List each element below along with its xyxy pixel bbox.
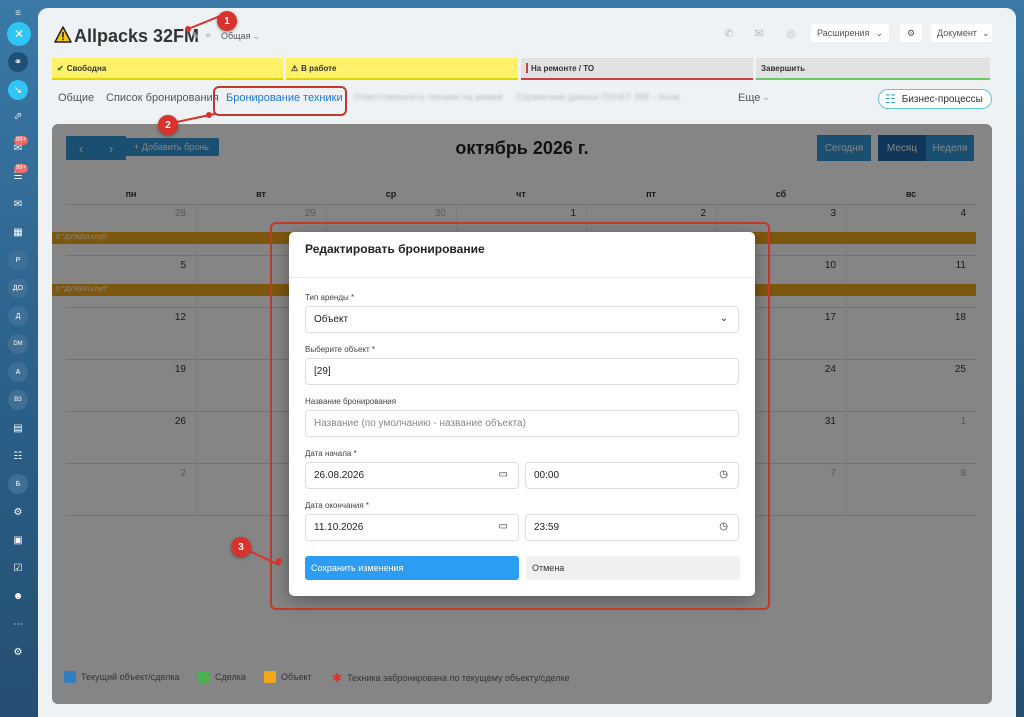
asterisk-icon: ✱ bbox=[332, 671, 343, 685]
stage-finish[interactable]: Завершить bbox=[756, 58, 990, 80]
tab-bar: Общие Список бронирования Бронирование т… bbox=[58, 92, 988, 108]
legend-swatch bbox=[198, 671, 210, 683]
sidebar-item-a[interactable]: А bbox=[8, 362, 28, 382]
mail-icon[interactable]: ✉ bbox=[750, 24, 768, 42]
stage-marker-icon bbox=[526, 63, 528, 73]
stage-label: В работе bbox=[301, 63, 337, 73]
category-label: Общая bbox=[221, 31, 251, 41]
warning-small-icon: ⚠ bbox=[291, 63, 299, 73]
callout-box-tab bbox=[213, 86, 347, 116]
tab-reference-data[interactable]: Справочник данных ПУНКТ. RM – Конв. bbox=[516, 92, 682, 102]
category-selector[interactable]: Общая ⌄ bbox=[221, 31, 260, 42]
box-icon[interactable]: ▣ bbox=[8, 530, 28, 550]
settings-button[interactable]: ⚙ bbox=[900, 24, 922, 42]
tab-equipment-responsibility[interactable]: Ответственность техники на заявке bbox=[354, 92, 503, 102]
sidebar-item-r[interactable]: Р bbox=[8, 250, 28, 270]
legend-current: Текущий объект/сделка bbox=[64, 671, 180, 683]
stage-label: Завершить bbox=[761, 63, 806, 73]
more-label: Еще bbox=[738, 92, 761, 104]
calendar-icon[interactable]: ▦ bbox=[8, 222, 28, 242]
legend-swatch bbox=[264, 671, 276, 683]
tab-general[interactable]: Общие bbox=[58, 92, 94, 104]
menu-icon[interactable]: ≡ bbox=[11, 8, 25, 19]
more-icon[interactable]: ⋯ bbox=[8, 614, 28, 634]
catalog-icon[interactable]: ▤ bbox=[8, 418, 28, 438]
stage-free[interactable]: ✔ Свободна bbox=[52, 58, 283, 80]
left-sidebar: ≡ ✕ ⚭ ↘ ⬀ ✉ 99+ ☰ 99+ ✉ ▦ Р ДО Д DM А ВЗ… bbox=[0, 0, 38, 717]
link-icon[interactable]: ⚭ bbox=[8, 52, 28, 72]
stage-label: Свободна bbox=[66, 63, 107, 73]
sidebar-item-vz[interactable]: ВЗ bbox=[8, 390, 28, 410]
tab-more[interactable]: Еще ⌄ bbox=[738, 92, 770, 104]
tasks-icon[interactable]: ☑ bbox=[8, 558, 28, 578]
legend-label: Объект bbox=[281, 672, 312, 682]
callout-marker-3: 3 bbox=[231, 537, 251, 557]
callout-dot bbox=[206, 112, 212, 118]
extensions-button[interactable]: Расширения ⌄ bbox=[811, 24, 889, 42]
legend-object: Объект bbox=[264, 671, 312, 683]
sidebar-item-d[interactable]: Д bbox=[8, 306, 28, 326]
business-process-icon: ☷ bbox=[885, 92, 896, 106]
mail-icon[interactable]: ✉ bbox=[8, 194, 28, 214]
notification-badge: 99+ bbox=[14, 164, 28, 173]
extensions-label: Расширения bbox=[817, 28, 870, 38]
legend-label: Техника забронирована по текущему объект… bbox=[347, 673, 570, 683]
stage-label: На ремонте / ТО bbox=[531, 63, 595, 73]
stage-in-work[interactable]: ⚠ В работе bbox=[286, 58, 518, 80]
sidebar-item-b[interactable]: Б bbox=[8, 474, 28, 494]
business-processes-button[interactable]: ☷ Бизнес-процессы bbox=[878, 89, 992, 109]
callout-marker-1: 1 bbox=[217, 11, 237, 31]
chevron-down-icon: ⌄ bbox=[875, 27, 883, 38]
list-icon[interactable]: ☷ bbox=[8, 446, 28, 466]
robot-icon[interactable]: ⚙ bbox=[8, 502, 28, 522]
chevron-down-icon: ⌄ bbox=[762, 92, 770, 102]
sidebar-item-do[interactable]: ДО bbox=[8, 278, 28, 298]
stage-bar: ✔ Свободна ⚠ В работе На ремонте / ТО За… bbox=[52, 58, 990, 80]
document-label: Документ bbox=[937, 28, 977, 38]
sidebar-item-dm[interactable]: DM bbox=[8, 334, 28, 354]
stage-repair[interactable]: На ремонте / ТО bbox=[521, 58, 753, 80]
legend-label: Сделка bbox=[215, 672, 246, 682]
link-icon[interactable]: ⚭ bbox=[204, 31, 212, 42]
share-icon[interactable]: ⬀ bbox=[8, 106, 28, 126]
gear-icon: ⚙ bbox=[906, 27, 916, 38]
callout-marker-2: 2 bbox=[158, 115, 178, 135]
calendar-legend: Текущий объект/сделка Сделка Объект ✱ Те… bbox=[52, 659, 992, 689]
settings-icon[interactable]: ⚙ bbox=[8, 642, 28, 662]
legend-label: Текущий объект/сделка bbox=[81, 672, 180, 682]
close-icon[interactable]: ✕ bbox=[7, 22, 31, 46]
legend-swatch bbox=[64, 671, 76, 683]
callout-dot bbox=[185, 26, 191, 32]
notification-badge: 99+ bbox=[14, 136, 28, 145]
check-icon: ✔ bbox=[57, 63, 64, 73]
page-title: Allpacks 32FM bbox=[74, 26, 200, 46]
chevron-down-icon: ⌄ bbox=[252, 31, 260, 41]
arrow-icon[interactable]: ↘ bbox=[8, 80, 28, 100]
tab-booking-list[interactable]: Список бронирования bbox=[106, 92, 219, 104]
chevron-down-icon: ⌄ bbox=[981, 27, 990, 38]
business-processes-label: Бизнес-процессы bbox=[901, 93, 983, 105]
camera-icon[interactable]: ◎ bbox=[782, 24, 800, 42]
team-icon[interactable]: ☻ bbox=[8, 586, 28, 606]
document-button[interactable]: Документ ⌄ bbox=[931, 24, 992, 42]
warning-icon bbox=[54, 26, 72, 43]
edit-icon[interactable]: ✎ bbox=[191, 31, 199, 42]
callout-box-modal bbox=[270, 222, 770, 610]
callout-dot bbox=[276, 558, 282, 564]
legend-booked: ✱ Техника забронирована по текущему объе… bbox=[332, 671, 570, 685]
legend-deal: Сделка bbox=[198, 671, 246, 683]
phone-icon[interactable]: ✆ bbox=[720, 24, 738, 42]
